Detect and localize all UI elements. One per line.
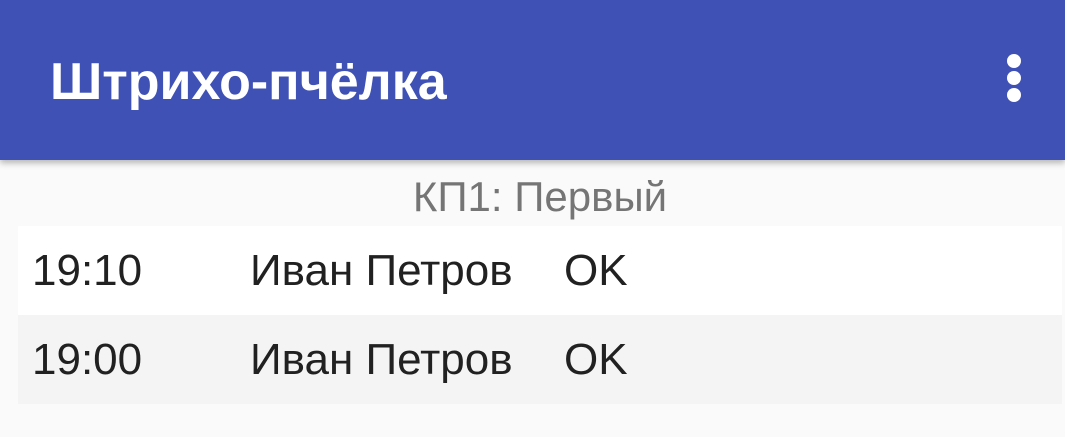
app-bar: Штрихо-пчёлка <box>0 0 1065 160</box>
entry-status: OK <box>564 335 628 384</box>
entry-time: 19:00 <box>32 335 143 384</box>
entry-time: 19:10 <box>32 246 143 295</box>
overflow-menu-button[interactable] <box>990 46 1038 110</box>
entry-name: Иван Петров <box>250 246 513 295</box>
list-item[interactable]: 19:00 Иван Петров OK <box>18 315 1062 404</box>
checkpoint-title: КП1: Первый <box>412 173 668 220</box>
content-area: КП1: Первый 19:10 Иван Петров OK 19:00 И… <box>0 160 1065 437</box>
app-title: Штрихо-пчёлка <box>50 53 447 111</box>
list-item[interactable]: 19:10 Иван Петров OK <box>18 226 1062 315</box>
entry-name: Иван Петров <box>250 335 513 384</box>
entries-list: 19:10 Иван Петров OK 19:00 Иван Петров O… <box>18 226 1062 404</box>
entry-status: OK <box>564 246 628 295</box>
